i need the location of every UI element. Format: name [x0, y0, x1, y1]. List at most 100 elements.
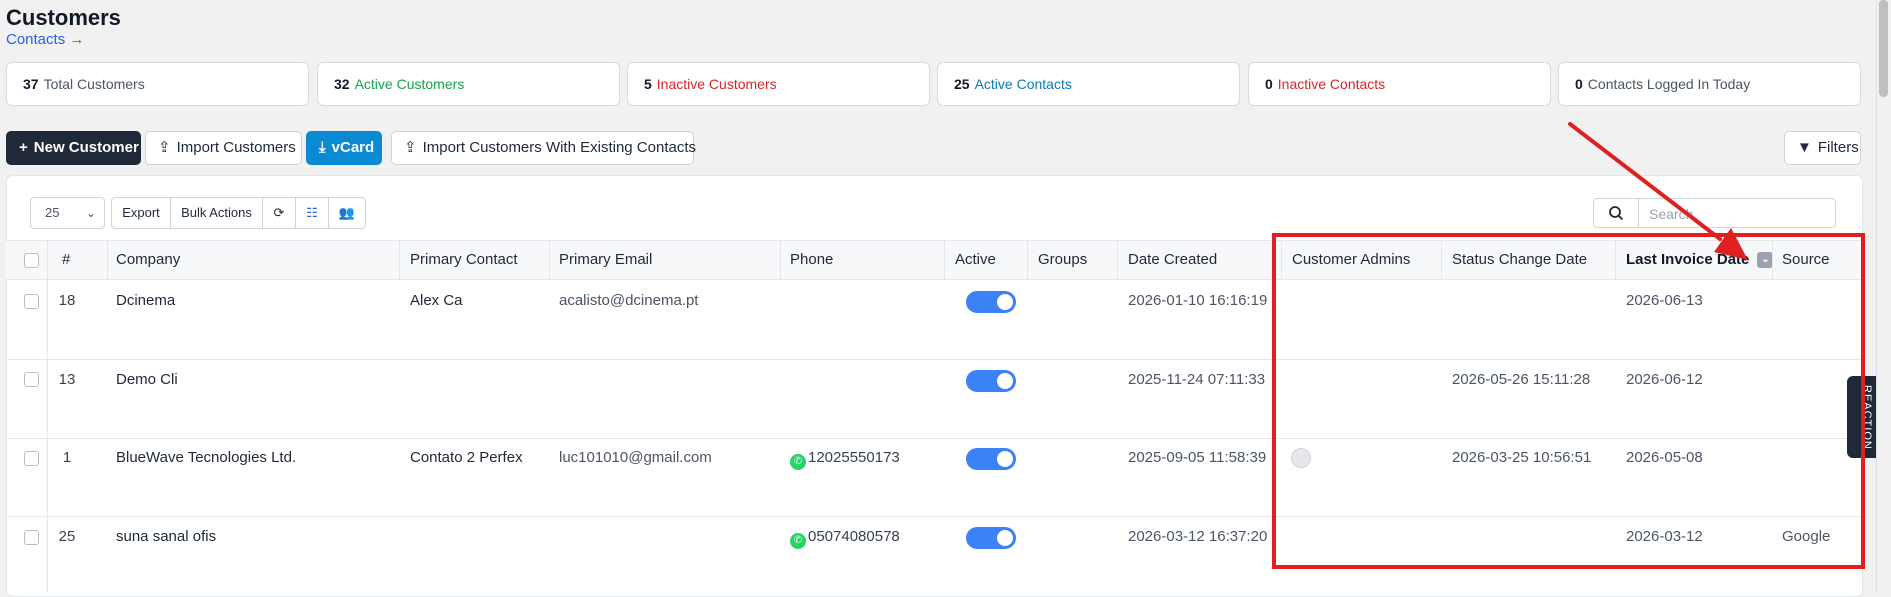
column-visibility-button[interactable]: ☷: [295, 197, 329, 229]
users-icon: 👥: [338, 205, 356, 220]
import-with-contacts-button[interactable]: ⇪ Import Customers With Existing Contacts: [391, 131, 696, 165]
cell-date-created: 2025-09-05 11:58:39: [1128, 449, 1267, 466]
whatsapp-icon[interactable]: ✆: [790, 454, 806, 470]
upload-icon: ⇪: [404, 139, 417, 156]
active-toggle[interactable]: [966, 448, 1016, 470]
refresh-button[interactable]: ⟳: [262, 197, 296, 229]
cell-date-created: 2026-03-12 16:37:20: [1128, 528, 1268, 545]
stat-label: Inactive Customers: [656, 76, 777, 92]
import-customers-label: Import Customers: [176, 139, 296, 156]
active-toggle[interactable]: [966, 291, 1016, 313]
cell-date-created: 2026-01-10 16:16:19: [1128, 292, 1268, 309]
stat-active-contacts[interactable]: 25 Active Contacts: [937, 62, 1240, 106]
new-customer-label: New Customer: [33, 139, 139, 156]
column-divider: [944, 240, 945, 280]
import-with-contacts-label: Import Customers With Existing Contacts: [422, 139, 696, 156]
scrollbar-thumb[interactable]: [1879, 0, 1888, 97]
export-button[interactable]: Export: [111, 197, 171, 229]
cell-primary-contact[interactable]: Contato 2 Perfex: [410, 449, 523, 466]
cell-company[interactable]: Dcinema: [116, 292, 175, 309]
cell-id: 18: [58, 292, 76, 309]
table-search: [1593, 198, 1841, 229]
upload-icon: ⇪: [158, 139, 171, 156]
stat-count: 25: [954, 76, 970, 92]
column-header-groups[interactable]: Groups: [1038, 240, 1087, 280]
annotation-highlight-box: [1272, 233, 1865, 569]
vcard-label: vCard: [331, 139, 375, 156]
stat-label: Total Customers: [43, 76, 145, 92]
contacts-link[interactable]: Contacts →: [6, 31, 84, 48]
cell-date-created: 2025-11-24 07:11:33: [1128, 371, 1266, 388]
select-all-checkbox[interactable]: [24, 253, 39, 268]
search-button[interactable]: [1594, 199, 1639, 227]
bulk-actions-button[interactable]: Bulk Actions: [170, 197, 263, 229]
new-customer-button[interactable]: + New Customer: [6, 131, 141, 165]
list-check-icon: ☷: [306, 205, 318, 220]
import-customers-button[interactable]: ⇪ Import Customers: [145, 131, 302, 165]
cell-id: 1: [62, 449, 72, 466]
cell-company[interactable]: suna sanal ofis: [116, 528, 216, 545]
row-checkbox[interactable]: [24, 530, 39, 545]
stat-count: 32: [334, 76, 350, 92]
stat-contacts-logged-in[interactable]: 0 Contacts Logged In Today: [1558, 62, 1861, 106]
stat-count: 0: [1575, 76, 1583, 92]
column-header-phone[interactable]: Phone: [790, 240, 833, 280]
search-input[interactable]: [1639, 199, 1841, 229]
filters-button[interactable]: ▼ Filters: [1784, 131, 1861, 165]
row-checkbox[interactable]: [24, 372, 39, 387]
stat-total-customers[interactable]: 37 Total Customers: [6, 62, 309, 106]
column-divider: [549, 240, 550, 280]
vcard-button[interactable]: ⤓ vCard: [306, 131, 382, 165]
row-checkbox[interactable]: [24, 451, 39, 466]
cell-primary-email[interactable]: acalisto@dcinema.pt: [559, 292, 698, 309]
phone-number: 05074080578: [808, 528, 900, 545]
column-divider: [107, 240, 108, 280]
column-header-primary-contact[interactable]: Primary Contact: [410, 240, 518, 280]
column-divider: [1027, 240, 1028, 280]
cell-phone[interactable]: ✆ 05074080578: [790, 528, 900, 549]
row-checkbox[interactable]: [24, 294, 39, 309]
cell-company[interactable]: BlueWave Tecnologies Ltd.: [116, 449, 296, 466]
refresh-icon: ⟳: [273, 205, 285, 220]
stat-count: 37: [23, 76, 39, 92]
stat-count: 0: [1265, 76, 1273, 92]
active-toggle[interactable]: [966, 370, 1016, 392]
plus-icon: +: [19, 139, 28, 156]
column-header-active[interactable]: Active: [955, 240, 996, 280]
page-title: Customers: [6, 5, 121, 30]
column-divider: [47, 240, 48, 280]
column-divider: [1117, 240, 1118, 280]
column-divider: [780, 240, 781, 280]
active-toggle[interactable]: [966, 527, 1016, 549]
cell-primary-contact[interactable]: Alex Ca: [410, 292, 463, 309]
cell-id: 25: [58, 528, 76, 545]
page-size-value: 25: [45, 205, 60, 220]
column-header-primary-email[interactable]: Primary Email: [559, 240, 652, 280]
cell-phone[interactable]: ✆ 12025550173: [790, 449, 900, 470]
stat-active-customers[interactable]: 32 Active Customers: [317, 62, 620, 106]
cell-primary-email[interactable]: luc101010@gmail.com: [559, 449, 712, 466]
download-icon: ⤓: [319, 139, 326, 156]
phone-number: 12025550173: [808, 449, 900, 466]
contacts-view-button[interactable]: 👥: [328, 197, 366, 229]
filter-icon: ▼: [1797, 139, 1812, 156]
stat-label: Active Customers: [354, 76, 465, 92]
stat-label: Inactive Contacts: [1277, 76, 1386, 92]
page-size-select[interactable]: 25 ⌄: [30, 197, 105, 229]
filters-label: Filters: [1817, 139, 1859, 156]
column-divider: [399, 240, 400, 280]
stat-label: Active Contacts: [974, 76, 1072, 92]
column-header-company[interactable]: Company: [116, 240, 180, 280]
stat-inactive-contacts[interactable]: 0 Inactive Contacts: [1248, 62, 1551, 106]
stat-label: Contacts Logged In Today: [1587, 76, 1751, 92]
stat-inactive-customers[interactable]: 5 Inactive Customers: [627, 62, 930, 106]
column-header-id[interactable]: #: [62, 240, 70, 280]
cell-id: 13: [58, 371, 76, 388]
cell-company[interactable]: Demo Cli: [116, 371, 178, 388]
whatsapp-icon[interactable]: ✆: [790, 533, 806, 549]
chevron-down-icon: ⌄: [85, 206, 96, 220]
column-header-date-created[interactable]: Date Created: [1128, 240, 1217, 280]
stat-count: 5: [644, 76, 652, 92]
search-icon: [1609, 206, 1623, 220]
column-divider: [47, 280, 48, 592]
